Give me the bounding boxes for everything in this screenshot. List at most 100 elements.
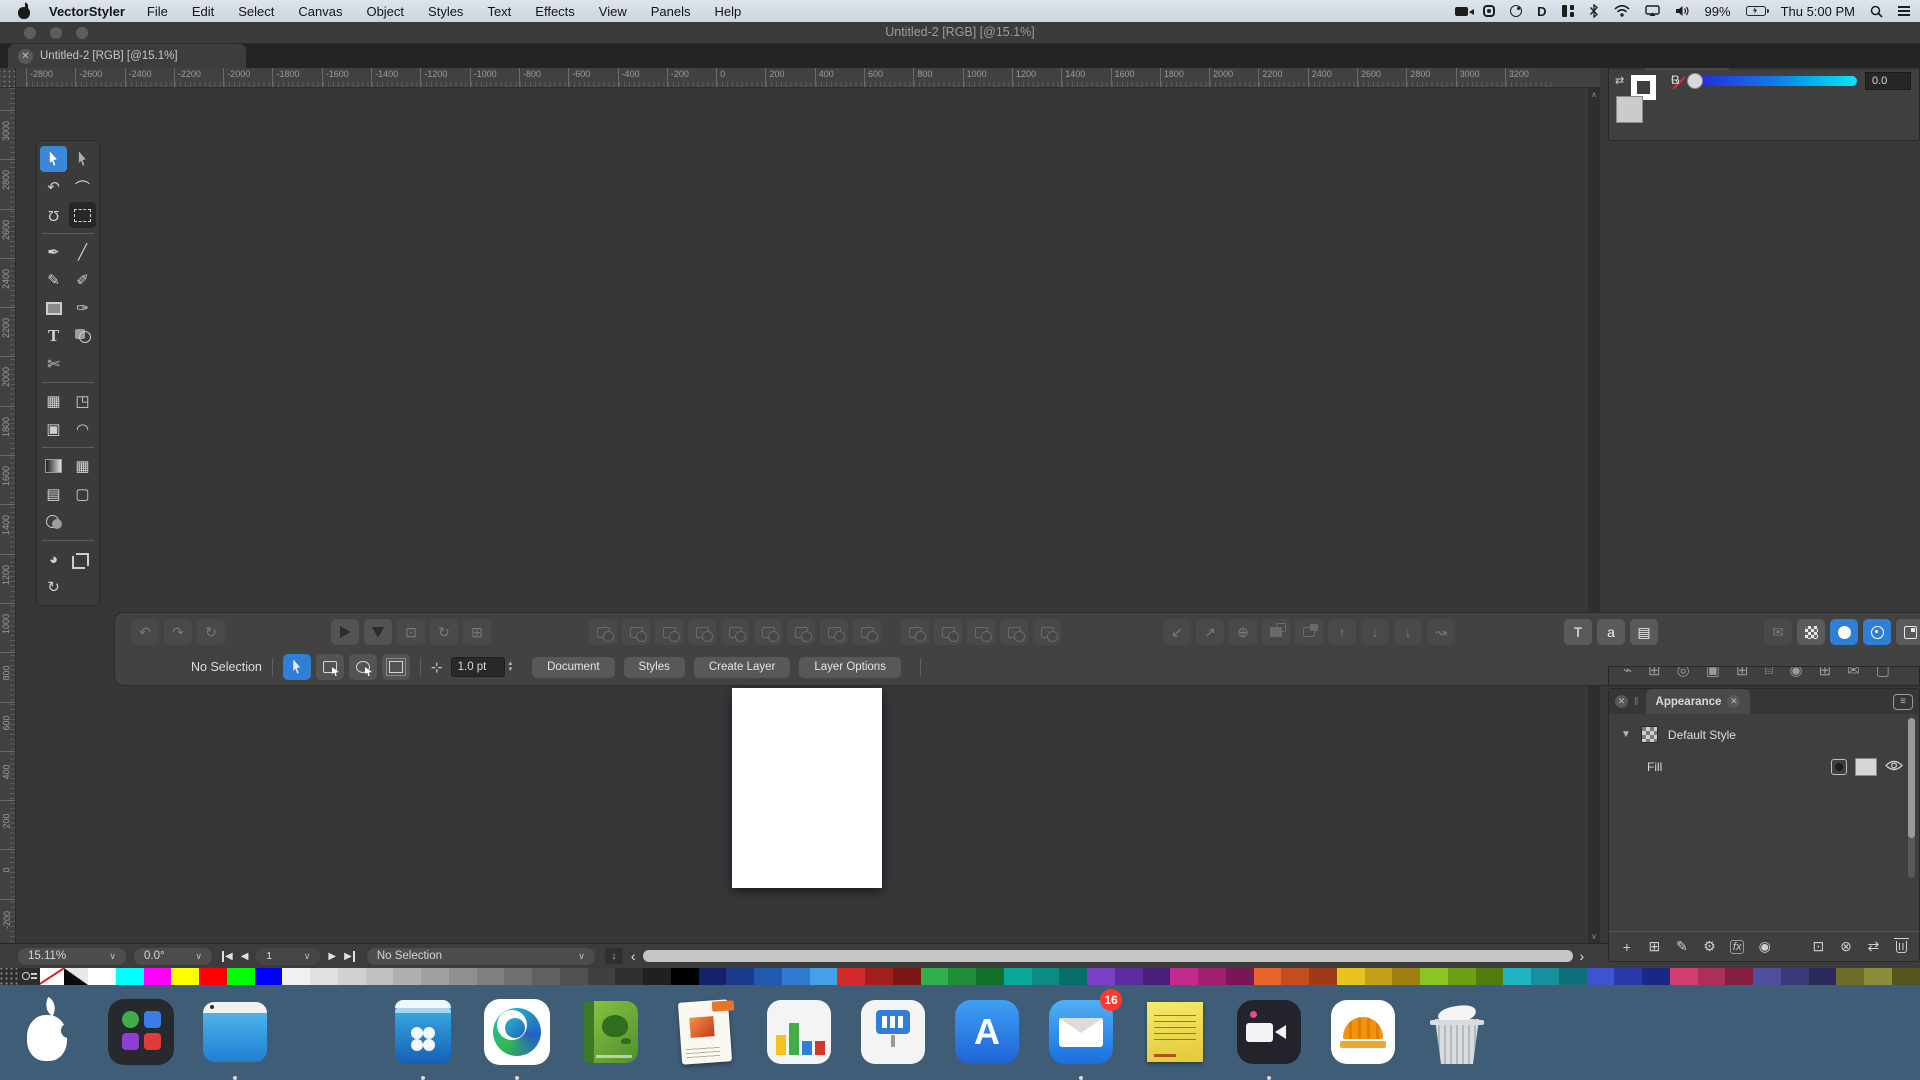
apple-menu-icon[interactable] (18, 4, 31, 19)
color-swatch[interactable] (338, 968, 366, 985)
apple-app[interactable] (8, 993, 86, 1071)
pages-document[interactable] (666, 993, 744, 1071)
combine-exclude-button[interactable] (1000, 619, 1028, 645)
menu-item[interactable]: File (135, 2, 180, 21)
color-swatch[interactable] (1587, 968, 1615, 985)
pattern-tool[interactable]: ▤ (40, 481, 67, 507)
timer-icon[interactable] (1510, 3, 1522, 19)
overprint-preview-button[interactable] (1863, 619, 1891, 645)
color-swatch[interactable] (1087, 968, 1115, 985)
scroll-left-chevron[interactable]: ‹ (631, 948, 636, 964)
next-page-button[interactable]: ▶ (328, 951, 336, 962)
swatch-strip-grip[interactable] (0, 968, 18, 985)
warp-fan-tool[interactable]: ◠ (69, 416, 96, 442)
color-swatch[interactable] (227, 968, 255, 985)
stickies[interactable] (1136, 993, 1214, 1071)
color-swatch[interactable] (477, 968, 505, 985)
color-swatch[interactable] (421, 968, 449, 985)
color-swatch[interactable] (1309, 968, 1337, 985)
mail[interactable]: 16 (1042, 993, 1120, 1071)
clipped-toolbar-icon[interactable]: ◎ (1677, 666, 1690, 685)
clover-notes[interactable] (384, 993, 462, 1071)
shape-unite-button[interactable] (589, 619, 617, 645)
delete-style-button[interactable] (1891, 937, 1911, 957)
tab-close-icon[interactable]: ✕ (1727, 695, 1740, 708)
shape-blend-tool[interactable] (40, 509, 67, 535)
stroke-width-input[interactable]: 1.0 pt (451, 657, 505, 677)
color-swatch[interactable] (1254, 968, 1282, 985)
brush-tool[interactable]: ✐ (69, 267, 96, 293)
free-transform-tool[interactable]: ◳ (69, 388, 96, 414)
separator[interactable] (290, 993, 368, 1071)
text-tool[interactable]: T (40, 323, 67, 349)
spotlight-search-icon[interactable] (1870, 3, 1883, 19)
vertical-ruler[interactable]: 3000280026002400220020001800160014001200… (0, 88, 16, 943)
numbers-chart[interactable] (760, 993, 838, 1071)
color-swatch[interactable] (1725, 968, 1753, 985)
clipped-toolbar-icon[interactable]: ✉ (1847, 666, 1860, 685)
rotation-dropdown[interactable]: 0.0°∨ (134, 948, 212, 965)
color-swatch[interactable] (615, 968, 643, 985)
send-to-back-button[interactable]: ↓ (1361, 619, 1389, 645)
paste-inside-button[interactable]: ↓ (1394, 619, 1422, 645)
color-swatch[interactable] (671, 968, 699, 985)
previous-page-button[interactable]: ◀ (241, 951, 249, 962)
color-swatch[interactable] (893, 968, 921, 985)
horizontal-scrollbar[interactable] (643, 950, 1573, 962)
color-swatch[interactable] (865, 968, 893, 985)
shape-intersect-button[interactable] (655, 619, 683, 645)
color-swatch[interactable] (1448, 968, 1476, 985)
color-swatch[interactable] (1836, 968, 1864, 985)
color-swatch[interactable] (1004, 968, 1032, 985)
shape-subtract-button[interactable] (622, 619, 650, 645)
appearance-panel-tab[interactable]: Appearance ✕ (1646, 689, 1751, 714)
send-backward-button[interactable] (1295, 619, 1323, 645)
group-button[interactable]: ⊕ (1229, 619, 1257, 645)
curve-bend-tool[interactable]: ↶ (40, 174, 67, 200)
menu-clock[interactable]: Thu 5:00 PM (1781, 4, 1855, 19)
stroke-width-stepper[interactable]: ▴▾ (509, 661, 513, 673)
color-swatch[interactable] (1614, 968, 1642, 985)
clipped-toolbar-icon[interactable]: ⌸ (1764, 666, 1773, 685)
first-page-button[interactable]: ◀ (222, 951, 233, 962)
vertical-scrollbar[interactable]: ∧∨ (1588, 88, 1600, 943)
color-swatch[interactable] (1198, 968, 1226, 985)
color-swatch[interactable] (282, 968, 310, 985)
color-swatch[interactable] (88, 968, 116, 985)
menu-list-icon[interactable] (1898, 3, 1910, 19)
clipped-toolbar-icon[interactable]: ◉ (1789, 666, 1802, 685)
panel-drag-handle[interactable]: ‖ (1634, 696, 1640, 708)
reverse-path-button[interactable]: ↝ (1427, 619, 1455, 645)
ruler-origin-corner[interactable] (0, 68, 16, 88)
color-swatch[interactable] (588, 968, 616, 985)
color-swatch[interactable] (255, 968, 283, 985)
window-layout-icon[interactable] (1562, 3, 1574, 19)
dock-d-icon[interactable]: D (1537, 3, 1546, 19)
canvas-area[interactable] (16, 88, 1588, 943)
color-swatch[interactable] (1503, 968, 1531, 985)
color-swatch[interactable] (1059, 968, 1087, 985)
canvas-rotate-tool[interactable]: ↻ (40, 574, 67, 600)
color-swatch[interactable] (1781, 968, 1809, 985)
evernote[interactable] (572, 993, 650, 1071)
app-store[interactable]: A (948, 993, 1026, 1071)
pen-tool[interactable]: ✒ (40, 239, 67, 265)
color-swatch[interactable] (1670, 968, 1698, 985)
color-swatch[interactable] (1698, 968, 1726, 985)
color-swatch[interactable] (921, 968, 949, 985)
app-menu-title[interactable]: VectorStyler (49, 4, 125, 19)
fill-target-icon[interactable] (1831, 759, 1847, 775)
fill-color-swatch[interactable] (1616, 96, 1643, 123)
color-swatch[interactable] (449, 968, 477, 985)
create-layer-button[interactable]: Create Layer (694, 657, 790, 678)
edit-style-button[interactable]: ✎ (1672, 937, 1692, 957)
rounded-frame-tool[interactable]: ▢ (69, 481, 96, 507)
object-select-mode-button[interactable] (283, 654, 311, 680)
edit-outside-button[interactable]: ↗ (1196, 619, 1224, 645)
color-swatch[interactable] (1115, 968, 1143, 985)
flip-horizontal-button[interactable] (331, 619, 359, 645)
swap-fill-stroke-icon[interactable]: ⇄ (1615, 74, 1624, 87)
combine-intersect-button[interactable] (967, 619, 995, 645)
path-connector-tool[interactable]: ⌒ (69, 174, 96, 200)
finder-window[interactable] (196, 993, 274, 1071)
